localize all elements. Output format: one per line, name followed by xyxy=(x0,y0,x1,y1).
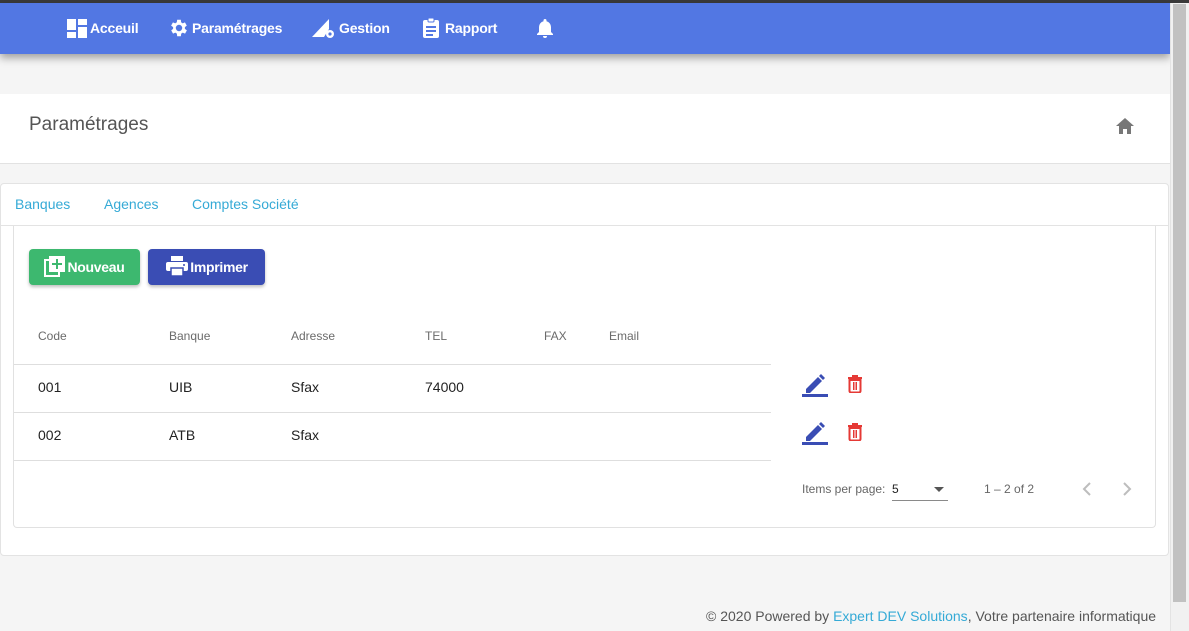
column-header-banque[interactable]: Banque xyxy=(169,329,210,343)
column-header-adresse[interactable]: Adresse xyxy=(291,329,335,343)
nav-item-label: Gestion xyxy=(339,20,390,36)
page-size-select[interactable]: 5 xyxy=(892,479,948,501)
chevron-down-icon xyxy=(934,487,944,492)
table-row-divider xyxy=(14,412,771,413)
add-library-icon xyxy=(44,255,67,280)
nav-item-label: Rapport xyxy=(445,20,498,36)
cell-code: 002 xyxy=(38,427,62,443)
notifications-button[interactable] xyxy=(535,17,557,39)
footer-company-link[interactable]: Expert DEV Solutions xyxy=(833,608,968,624)
clipboard-icon xyxy=(421,17,445,39)
previous-page-button[interactable] xyxy=(1079,479,1095,504)
nav-item-label: Paramétrages xyxy=(192,20,283,36)
cell-banque: UIB xyxy=(169,379,193,395)
home-icon[interactable] xyxy=(1114,116,1136,141)
column-header-fax[interactable]: FAX xyxy=(544,329,567,343)
tab-agences[interactable]: Agences xyxy=(104,196,158,212)
nav-item-parametrages[interactable]: Paramétrages xyxy=(168,17,282,39)
pagination-range: 1 – 2 of 2 xyxy=(984,482,1035,496)
scrollbar-thumb[interactable] xyxy=(1173,4,1186,602)
cell-code: 001 xyxy=(38,379,62,395)
cell-adresse: Sfax xyxy=(291,427,320,443)
new-button-label: Nouveau xyxy=(67,259,125,275)
top-navbar: Acceuil Paramétrages Gestion Rapport xyxy=(0,3,1170,54)
dashboard-icon xyxy=(66,18,90,38)
page-title: Paramétrages xyxy=(29,114,149,135)
trash-icon[interactable] xyxy=(846,423,864,446)
cell-tel: 74000 xyxy=(425,379,464,395)
column-header-email[interactable]: Email xyxy=(609,329,639,343)
print-button-label: Imprimer xyxy=(190,259,248,275)
nav-item-rapport[interactable]: Rapport xyxy=(421,17,497,39)
tab-comptes-societe[interactable]: Comptes Société xyxy=(192,196,299,212)
nav-item-label: Acceuil xyxy=(90,20,139,36)
gear-icon xyxy=(168,17,192,39)
table-row-divider xyxy=(14,460,771,461)
cell-banque: ATB xyxy=(169,427,196,443)
column-header-code[interactable]: Code xyxy=(38,329,67,343)
triangle-settings-icon xyxy=(311,17,339,39)
chevron-right-icon xyxy=(1119,482,1135,503)
next-page-button[interactable] xyxy=(1119,479,1135,504)
footer-suffix: , Votre partenaire informatique xyxy=(967,608,1157,624)
print-button[interactable]: Imprimer xyxy=(148,249,265,285)
column-header-tel[interactable]: TEL xyxy=(425,329,447,343)
edit-icon[interactable] xyxy=(802,419,828,450)
cell-adresse: Sfax xyxy=(291,379,320,395)
footer-prefix: © 2020 Powered by xyxy=(706,608,834,624)
page-header-card: Paramétrages xyxy=(0,94,1170,164)
trash-icon[interactable] xyxy=(846,375,864,398)
table-header-divider xyxy=(14,364,771,365)
nav-item-gestion[interactable]: Gestion xyxy=(311,17,390,39)
nav-item-acceuil[interactable]: Acceuil xyxy=(66,17,139,39)
edit-icon[interactable] xyxy=(802,371,828,402)
tab-banques[interactable]: Banques xyxy=(15,196,70,212)
new-button[interactable]: Nouveau xyxy=(29,249,140,285)
bell-icon xyxy=(535,17,557,39)
page-size-value: 5 xyxy=(892,482,899,496)
footer: © 2020 Powered by Expert DEV Solutions, … xyxy=(706,608,1156,624)
printer-icon xyxy=(165,255,190,280)
items-per-page-label: Items per page: xyxy=(802,482,886,496)
chevron-left-icon xyxy=(1079,482,1095,503)
